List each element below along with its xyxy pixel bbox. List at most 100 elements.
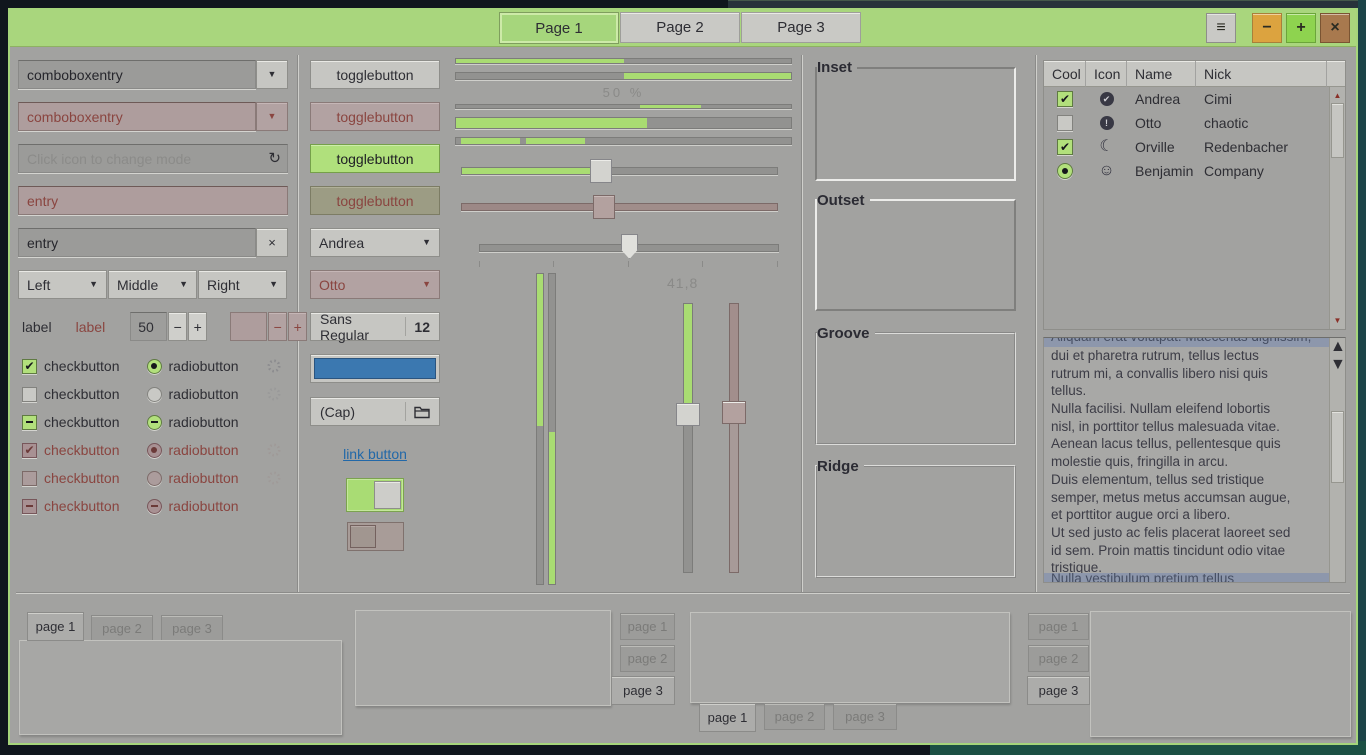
label-spin-row: label label 50 − + − + <box>18 312 288 341</box>
checkbox-checked[interactable]: ✔ <box>22 359 37 374</box>
combobox-left[interactable]: Left ▼ <box>18 270 107 299</box>
clear-icon: × <box>268 235 276 250</box>
close-button[interactable]: × <box>1320 13 1350 43</box>
cell-nick: Company <box>1196 163 1327 179</box>
spin-minus-button[interactable]: − <box>168 312 187 341</box>
scroll-up-icon[interactable]: ▲ <box>1330 91 1345 100</box>
column-header-cool[interactable]: Cool <box>1044 61 1086 87</box>
link-button[interactable]: link button <box>310 446 440 462</box>
togglebutton-active-disabled: togglebutton <box>310 186 440 215</box>
minimize-button[interactable]: − <box>1252 13 1282 43</box>
row-checkbox-checked[interactable]: ✔ <box>1057 139 1073 155</box>
text-line: dui et pharetra rutrum, tellus lectus <box>1051 347 1327 365</box>
tab-page-2[interactable]: Page 2 <box>620 12 740 43</box>
mode-entry-input[interactable] <box>18 144 288 173</box>
name-combobox[interactable]: Andrea ▼ <box>310 228 440 257</box>
chevron-down-icon: ▼ <box>268 70 277 79</box>
color-button[interactable] <box>310 354 440 383</box>
hscale[interactable] <box>461 167 778 175</box>
togglebutton-active[interactable]: togglebutton <box>310 144 440 173</box>
hscale-marks-handle[interactable] <box>621 234 638 259</box>
radio-checked[interactable] <box>147 359 162 374</box>
spinbutton-disabled: − + <box>230 312 307 341</box>
column-header-nick[interactable]: Nick <box>1196 61 1327 87</box>
row-checkbox-checked[interactable]: ✔ <box>1057 91 1073 107</box>
tree-row[interactable]: ☺ Benjamin Company <box>1044 159 1345 183</box>
column-header-name[interactable]: Name <box>1127 61 1196 87</box>
radio-checked-disabled <box>147 443 162 458</box>
row-checkbox-unchecked[interactable] <box>1057 115 1073 131</box>
scroll-down-icon[interactable]: ▼ <box>1330 316 1345 325</box>
separator <box>801 55 803 592</box>
notebook2-content <box>355 610 611 706</box>
comboboxentry: ▼ <box>18 60 288 89</box>
radio-unchecked-disabled <box>147 471 162 486</box>
checkbox-unchecked[interactable] <box>22 387 37 402</box>
vscale[interactable] <box>683 303 693 573</box>
textview[interactable]: Aliquam erat volutpat. Maecenas dignissi… <box>1043 337 1346 583</box>
entry-input[interactable] <box>18 228 256 257</box>
maximize-button[interactable]: + <box>1286 13 1316 43</box>
scale-mark <box>553 261 554 267</box>
file-chooser-button[interactable]: (Cap) <box>310 397 440 426</box>
notebook4-tab-page1[interactable]: page 1 <box>1028 613 1089 640</box>
scrollbar-thumb[interactable] <box>1331 103 1344 158</box>
notebook3-tab-page1[interactable]: page 1 <box>699 703 756 732</box>
scroll-up-icon[interactable]: ▲ <box>1330 338 1345 356</box>
notebook3-tab-page2[interactable]: page 2 <box>764 703 825 730</box>
vscale-handle[interactable] <box>676 403 700 426</box>
radio-unchecked[interactable] <box>147 387 162 402</box>
vscale-disabled <box>729 303 739 573</box>
column-header-filler <box>1327 61 1345 87</box>
radiobutton-label: radiobutton <box>169 442 239 458</box>
tree-scrollbar[interactable]: ▲ ▼ <box>1329 87 1345 329</box>
checkbox-mixed[interactable] <box>22 415 37 430</box>
progress-fill <box>537 274 543 426</box>
mixed-mark <box>26 505 33 507</box>
checkbutton-label: checkbutton <box>44 414 120 430</box>
notebook1-tab-page2[interactable]: page 2 <box>91 615 153 641</box>
column-header-icon[interactable]: Icon <box>1086 61 1127 87</box>
notebook1-tab-page3[interactable]: page 3 <box>161 615 223 641</box>
textview-scrollbar[interactable]: ▲ ▼ <box>1329 338 1345 582</box>
menu-icon[interactable]: ≡ <box>1206 13 1236 43</box>
comboboxentry-dropdown-button[interactable]: ▼ <box>256 60 288 89</box>
notebook2-tab-page2[interactable]: page 2 <box>620 645 675 672</box>
tree-row[interactable]: ✔ ☾ Orville Redenbacher <box>1044 135 1345 159</box>
frame-label-groove: Groove <box>817 325 875 342</box>
radio-mixed[interactable] <box>147 415 162 430</box>
clear-button[interactable]: × <box>256 228 288 257</box>
cell-nick: Cimi <box>1196 91 1327 107</box>
notebook4-tab-page2[interactable]: page 2 <box>1028 645 1089 672</box>
notebook1-tab-page1[interactable]: page 1 <box>27 612 84 641</box>
font-button[interactable]: Sans Regular 12 <box>310 312 440 341</box>
tab-page-3[interactable]: Page 3 <box>741 12 861 43</box>
entry-disabled-input <box>18 186 288 215</box>
tree-row[interactable]: ! Otto chaotic <box>1044 111 1345 135</box>
tab-page-1[interactable]: Page 1 <box>499 12 619 44</box>
notebook2-tab-page3[interactable]: page 3 <box>611 676 675 705</box>
spinbutton-value[interactable]: 50 <box>130 312 167 341</box>
notebook3-tab-page3[interactable]: page 3 <box>833 703 897 730</box>
tree-row[interactable]: ✔ ✔ Andrea Cimi <box>1044 87 1345 111</box>
switch-knob[interactable] <box>374 481 401 509</box>
switch-on[interactable] <box>346 478 404 512</box>
comboboxentry-input[interactable] <box>18 60 256 89</box>
notebook4-tab-page3[interactable]: page 3 <box>1027 676 1090 705</box>
hscale-handle[interactable] <box>590 159 612 183</box>
refresh-icon[interactable]: ↻ <box>268 149 281 167</box>
togglebutton[interactable]: togglebutton <box>310 60 440 89</box>
scroll-down-icon[interactable]: ▼ <box>1330 356 1345 374</box>
spinner-icon <box>266 470 282 486</box>
spin-plus-button[interactable]: + <box>188 312 207 341</box>
separator <box>1035 55 1037 592</box>
radio-dot <box>151 447 157 453</box>
row-radio-checked[interactable] <box>1057 163 1073 179</box>
combobox-right[interactable]: Right ▼ <box>198 270 287 299</box>
linked-comboboxes: Left ▼ Middle ▼ Right ▼ <box>18 270 288 299</box>
scrollbar-thumb[interactable] <box>1331 411 1344 483</box>
combobox-middle[interactable]: Middle ▼ <box>108 270 197 299</box>
notebook2-tab-page1[interactable]: page 1 <box>620 613 675 640</box>
checkbutton-label: checkbutton <box>44 442 120 458</box>
comboboxentry-disabled-dropdown-button: ▼ <box>256 102 288 131</box>
